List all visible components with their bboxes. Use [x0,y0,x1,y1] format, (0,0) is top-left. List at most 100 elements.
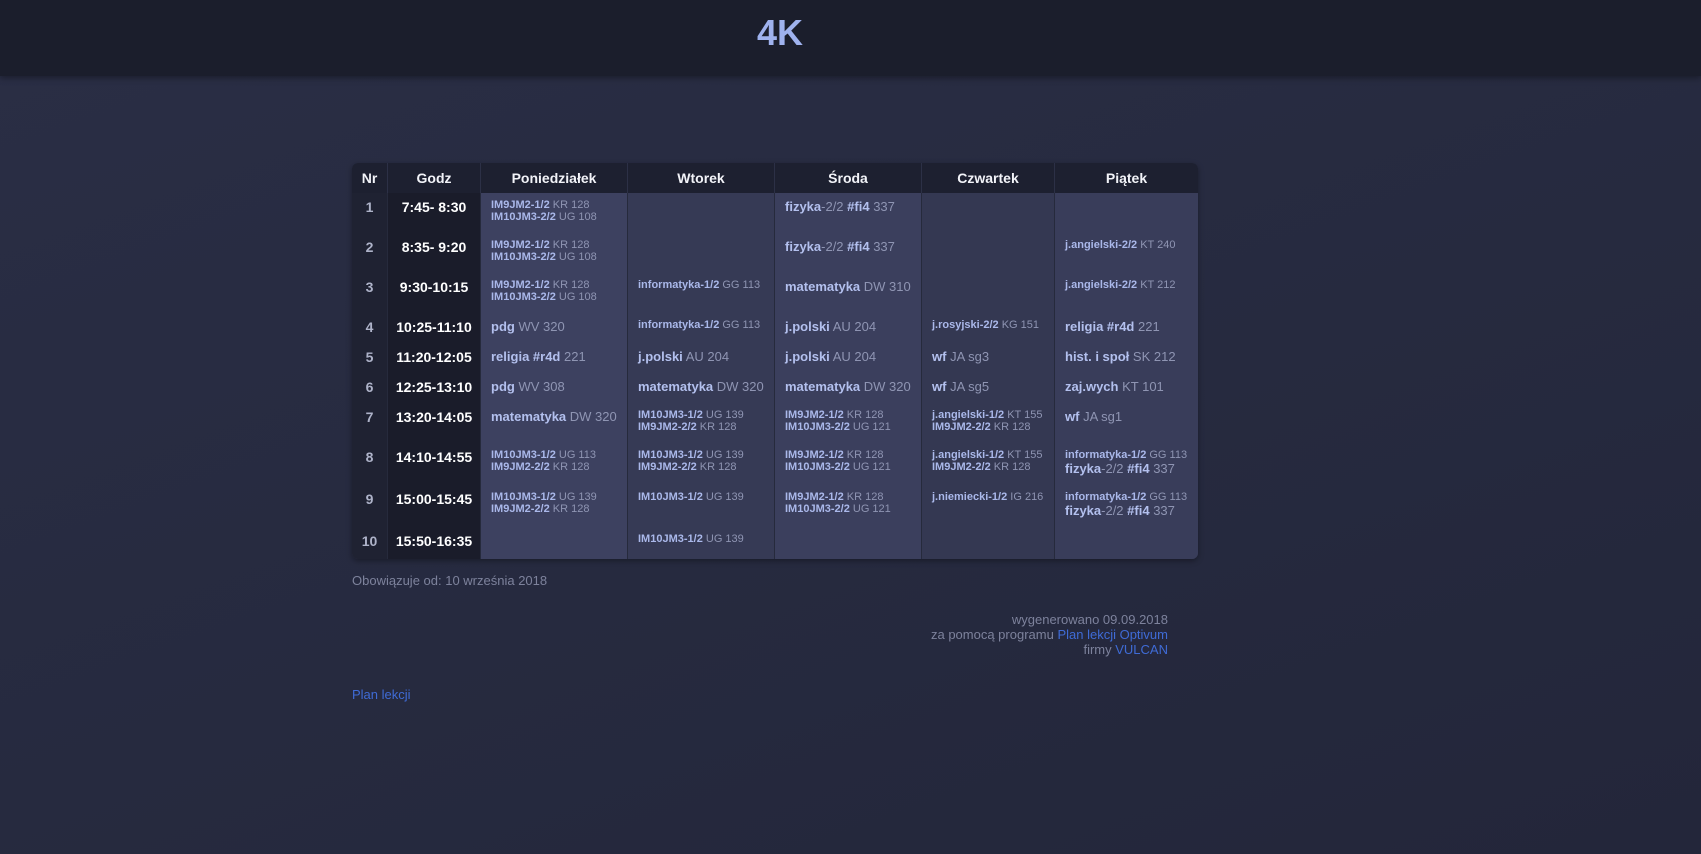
teacher-room: 221 [1138,319,1160,334]
lesson-entry[interactable]: fizyka-2/2 #fi4 337 [1065,461,1188,477]
lesson-cell-wednesday: IM9JM2-1/2 KR 128 IM10JM3-2/2 UG 121 [774,403,921,443]
subject-name: informatyka-1/2 [638,319,720,331]
lesson-entry[interactable]: fizyka-2/2 #fi4 337 [785,239,911,255]
teacher-room: UG 139 [705,491,744,503]
lesson-entry[interactable]: matematyka DW 320 [638,379,764,395]
lesson-entry[interactable]: religia #r4d 221 [1065,319,1188,335]
lesson-entry[interactable]: IM10JM3-1/2 UG 139 [491,491,617,503]
table-row: 4 10:25-11:10 pdg WV 320 informatyka-1/2 GG… [352,313,1198,343]
lesson-entry[interactable]: zaj.wych KT 101 [1065,379,1188,395]
lesson-cell-thursday: wf JA sg3 [921,343,1054,373]
table-row: 5 11:20-12:05 religia #r4d 221 j.polski AU … [352,343,1198,373]
teacher-room: GG 113 [1149,449,1188,461]
lesson-entry[interactable]: wf JA sg1 [1065,409,1188,425]
lesson-entry[interactable]: wf JA sg3 [932,349,1044,365]
lesson-entry[interactable]: IM9JM2-1/2 KR 128 [491,199,617,211]
subject-name: informatyka-1/2 [1065,491,1147,503]
teacher-room: KT 155 [1007,449,1043,461]
teacher-room: KR 128 [846,449,884,461]
lesson-entry[interactable]: j.angielski-2/2 KT 212 [1065,279,1188,291]
teacher-room: UG 139 [705,409,744,421]
teacher-room: KT 212 [1140,279,1176,291]
teacher-room: GG 113 [722,279,761,291]
lesson-entry[interactable]: IM10JM3-2/2 UG 108 [491,251,617,263]
lesson-entry[interactable]: informatyka-1/2 GG 113 [1065,491,1188,503]
subject-name: fizyka [1065,503,1102,518]
lesson-entry[interactable]: IM9JM2-2/2 KR 128 [491,503,617,515]
lesson-entry[interactable]: matematyka DW 310 [785,279,911,295]
lesson-cell-friday: j.angielski-2/2 KT 240 [1054,233,1198,273]
lesson-entry[interactable]: informatyka-1/2 GG 113 [638,319,764,331]
teacher-room: JA sg3 [950,349,990,364]
optivum-link[interactable]: Plan lekcji Optivum [1057,627,1168,642]
subject-name: j.polski [785,349,830,364]
table-row: 9 15:00-15:45 IM10JM3-1/2 UG 139 IM9JM2-2/2… [352,485,1198,527]
teacher-room: KR 128 [699,421,737,433]
lesson-entry[interactable]: informatyka-1/2 GG 113 [638,279,764,291]
lesson-entry[interactable]: IM10JM3-1/2 UG 113 [491,449,617,461]
lesson-entry[interactable]: IM9JM2-2/2 KR 128 [638,421,764,433]
lesson-entry[interactable]: j.angielski-1/2 KT 155 [932,449,1044,461]
lesson-hours: 11:20-12:05 [387,343,480,373]
col-header-thursday: Czwartek [921,163,1054,193]
lesson-entry[interactable]: IM9JM2-2/2 KR 128 [932,461,1044,473]
teacher-room: KR 128 [552,199,590,211]
lesson-entry[interactable]: j.angielski-1/2 KT 155 [932,409,1044,421]
teacher-room: AU 204 [685,349,730,364]
lesson-entry[interactable]: IM9JM2-1/2 KR 128 [785,409,911,421]
lesson-entry[interactable]: IM10JM3-1/2 UG 139 [638,533,764,545]
lesson-entry[interactable]: fizyka-2/2 #fi4 337 [1065,503,1188,519]
subject-name: wf [932,379,947,394]
lesson-entry[interactable]: fizyka-2/2 #fi4 337 [785,199,911,215]
lesson-entry[interactable]: IM10JM3-1/2 UG 139 [638,449,764,461]
lesson-entry[interactable]: j.polski AU 204 [638,349,764,365]
table-row: 1 7:45- 8:30 IM9JM2-1/2 KR 128 IM10JM3-2/2 … [352,193,1198,233]
lesson-entry[interactable]: religia #r4d 221 [491,349,617,365]
teacher-room: GG 113 [1149,491,1188,503]
teacher-room: UG 121 [852,421,891,433]
col-header-tuesday: Wtorek [627,163,774,193]
lesson-entry[interactable]: j.niemiecki-1/2 IG 216 [932,491,1044,503]
lesson-cell-tuesday: matematyka DW 320 [627,373,774,403]
lesson-entry[interactable]: j.polski AU 204 [785,349,911,365]
subject-name: IM9JM2-1/2 [491,199,550,211]
lesson-entry[interactable]: IM10JM3-1/2 UG 139 [638,491,764,503]
lesson-entry[interactable]: IM9JM2-2/2 KR 128 [932,421,1044,433]
lesson-entry[interactable]: wf JA sg5 [932,379,1044,395]
lesson-entry[interactable]: IM9JM2-1/2 KR 128 [785,449,911,461]
vulcan-link[interactable]: VULCAN [1115,642,1168,657]
subject-name: matematyka [491,409,567,424]
lesson-entry[interactable]: j.angielski-2/2 KT 240 [1065,239,1188,251]
teacher-room: AU 204 [832,319,877,334]
lesson-cell-thursday: j.rosyjski-2/2 KG 151 [921,313,1054,343]
lesson-entry[interactable]: IM10JM3-2/2 UG 121 [785,421,911,433]
lesson-entry[interactable]: IM10JM3-2/2 UG 108 [491,211,617,223]
lesson-cell-monday: religia #r4d 221 [480,343,627,373]
lesson-entry[interactable]: pdg WV 320 [491,319,617,335]
lesson-entry[interactable]: matematyka DW 320 [785,379,911,395]
lesson-entry[interactable]: j.rosyjski-2/2 KG 151 [932,319,1044,331]
lesson-cell-tuesday: j.polski AU 204 [627,343,774,373]
lesson-number: 4 [352,313,387,343]
group-tag: #fi4 [847,199,870,214]
subject-name: IM9JM2-1/2 [785,491,844,503]
lesson-cell-tuesday: informatyka-1/2 GG 113 [627,273,774,313]
lesson-entry[interactable]: IM10JM3-2/2 UG 121 [785,461,911,473]
lesson-entry[interactable]: IM9JM2-2/2 KR 128 [638,461,764,473]
lesson-entry[interactable]: pdg WV 308 [491,379,617,395]
lesson-entry[interactable]: IM10JM3-1/2 UG 139 [638,409,764,421]
teacher-room: KR 128 [846,409,884,421]
lesson-entry[interactable]: IM9JM2-1/2 KR 128 [785,491,911,503]
lesson-entry[interactable]: informatyka-1/2 GG 113 [1065,449,1188,461]
lesson-entry[interactable]: matematyka DW 320 [491,409,617,425]
lesson-entry[interactable]: IM9JM2-1/2 KR 128 [491,279,617,291]
lesson-entry[interactable]: hist. i społ SK 212 [1065,349,1188,365]
lesson-entry[interactable]: IM10JM3-2/2 UG 108 [491,291,617,303]
lesson-entry[interactable]: j.polski AU 204 [785,319,911,335]
lesson-entry[interactable]: IM9JM2-1/2 KR 128 [491,239,617,251]
lesson-entry[interactable]: IM9JM2-2/2 KR 128 [491,461,617,473]
lesson-entry[interactable]: IM10JM3-2/2 UG 121 [785,503,911,515]
plan-lekcji-link[interactable]: Plan lekcji [352,687,411,702]
teacher-room: KR 128 [552,239,590,251]
timetable-body: 1 7:45- 8:30 IM9JM2-1/2 KR 128 IM10JM3-2/2 … [352,193,1198,559]
